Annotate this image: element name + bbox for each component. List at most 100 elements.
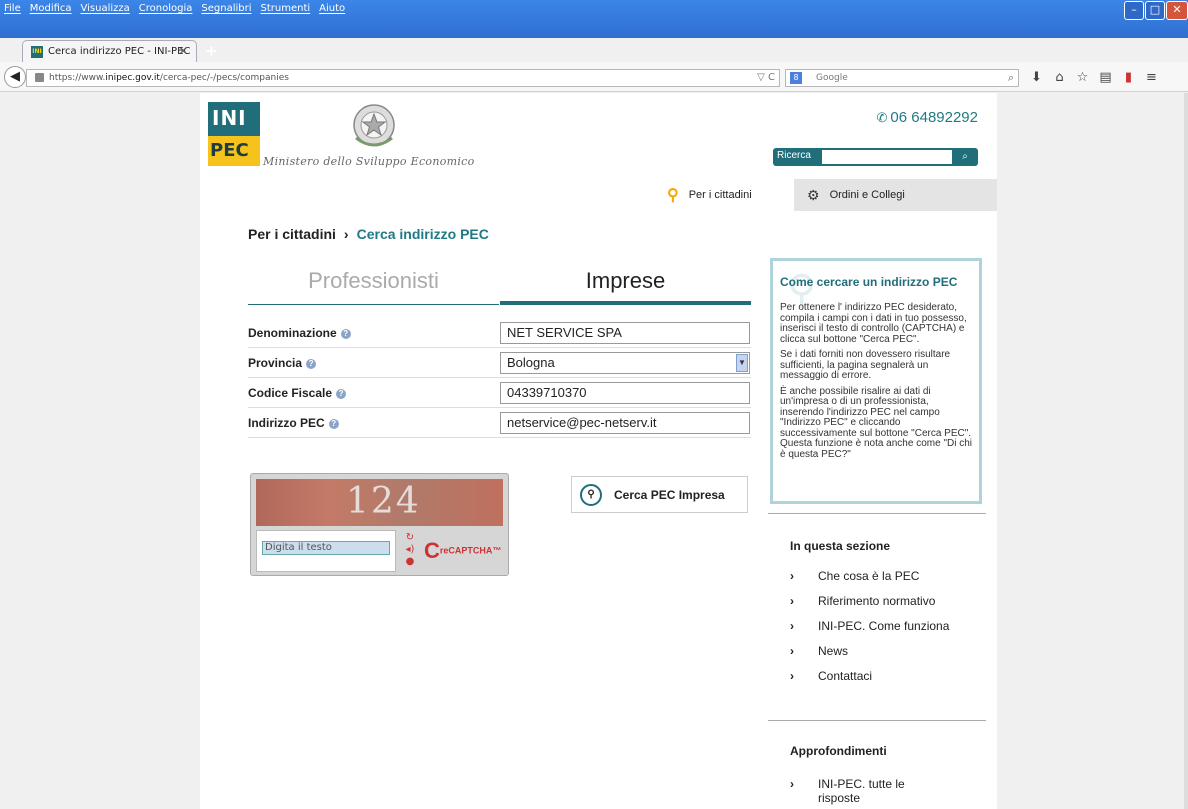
chevron-right-icon: › (790, 777, 794, 791)
italian-emblem-icon (353, 104, 395, 147)
ini-pec-logo[interactable]: INI PEC (208, 102, 260, 166)
url-path: /cerca-pec/-/pecs/companies (159, 73, 289, 83)
back-button[interactable]: ◀ (4, 66, 26, 88)
section-link[interactable]: › Contattaci (790, 669, 949, 694)
help-icon[interactable]: ? (306, 358, 317, 369)
window-titlebar: File Modifica Visualizza Cronologia Segn… (0, 0, 1188, 38)
provincia-label-text: Provincia (248, 356, 303, 370)
captcha-input[interactable]: Digita il testo (262, 541, 390, 555)
menu-visualizza[interactable]: Visualizza (81, 3, 130, 14)
form-row-indirizzo-pec: Indirizzo PEC? netservice@pec-netserv.it (248, 408, 751, 438)
navigation-bar: ◀ https://www.inipec.gov.it/cerca-pec/-/… (0, 62, 1188, 92)
bookmark-star-icon[interactable]: ☆ (1071, 70, 1094, 85)
nav-orders-label: Ordini e Collegi (829, 189, 905, 201)
tab-close-icon[interactable]: × (179, 44, 188, 57)
section-link[interactable]: › Riferimento normativo (790, 594, 949, 619)
menu-bar: File Modifica Visualizza Cronologia Segn… (4, 3, 354, 14)
section-link[interactable]: › News (790, 644, 949, 669)
form-row-denominazione: Denominazione? NET SERVICE SPA (248, 318, 751, 348)
close-window-button[interactable]: ✕ (1166, 1, 1188, 20)
menu-modifica[interactable]: Modifica (30, 3, 72, 14)
section-link[interactable]: › INI-PEC. Come funziona (790, 619, 949, 644)
ministry-name: Ministero dello Sviluppo Economico (263, 155, 475, 168)
minimize-button[interactable]: – (1124, 1, 1144, 20)
section-link-label: News (818, 644, 849, 658)
maximize-button[interactable]: □ (1145, 1, 1165, 20)
divider (768, 720, 986, 721)
captcha-input-box: Digita il testo (256, 530, 396, 572)
recaptcha-icon: C (424, 538, 440, 563)
help-box-paragraph-3: È anche possibile risalire ai dati di un… (780, 385, 972, 460)
section-link-label: Che cosa è la PEC (818, 569, 920, 583)
site-search-icon[interactable]: ⌕ (956, 150, 974, 164)
help-icon[interactable]: ? (340, 328, 351, 339)
refresh-icon[interactable]: ↻ (403, 532, 417, 544)
indirizzo-pec-label-text: Indirizzo PEC (248, 416, 325, 430)
toolbar-icons: ⬇ ⌂ ☆ ▤ ▮ ≡ (1025, 70, 1163, 85)
download-icon[interactable]: ⬇ (1025, 70, 1048, 85)
help-box-title: Come cercare un indirizzo PEC (780, 275, 958, 289)
gear-icon: ⚙ (807, 186, 820, 203)
section-link[interactable]: › Che cosa è la PEC (790, 569, 949, 594)
menu-icon[interactable]: ≡ (1140, 70, 1163, 85)
new-tab-button[interactable]: + (205, 42, 218, 60)
captcha-controls: ↻ ◂) ● (403, 532, 417, 568)
captcha-challenge-text: 124 (346, 481, 421, 522)
insights-links: › INI-PEC. tutte le risposte (790, 777, 920, 805)
codice-fiscale-input[interactable]: 04339710370 (500, 382, 750, 404)
denominazione-input[interactable]: NET SERVICE SPA (500, 322, 750, 344)
nav-per-i-cittadini[interactable]: ⚲ Per i cittadini (652, 179, 794, 211)
help-icon[interactable]: ? (336, 388, 347, 399)
browser-tab[interactable]: INI Cerca indirizzo PEC - INI-PEC × (22, 40, 197, 62)
url-prefix: https://www. (49, 73, 106, 83)
indirizzo-pec-label: Indirizzo PEC? (248, 416, 339, 430)
chevron-down-icon[interactable]: ▼ (736, 354, 748, 372)
chevron-right-icon: › (790, 569, 794, 583)
help-icon[interactable]: ? (328, 418, 339, 429)
page-content: INI PEC Ministero dello Sviluppo Economi… (200, 93, 997, 809)
menu-file[interactable]: File (4, 3, 21, 14)
menu-cronologia[interactable]: Cronologia (139, 3, 193, 14)
denominazione-label: Denominazione? (248, 326, 351, 340)
form-row-provincia: Provincia? Bologna ▼ (248, 348, 751, 378)
provincia-label: Provincia? (248, 356, 317, 370)
recaptcha-brand: reCAPTCHA™ (439, 545, 502, 556)
cerca-pec-impresa-button[interactable]: ⚲ Cerca PEC Impresa (571, 476, 748, 513)
tab-title: Cerca indirizzo PEC - INI-PEC (48, 46, 191, 57)
recaptcha-logo: CreCAPTCHA™ (424, 538, 501, 564)
provincia-select[interactable]: Bologna ▼ (500, 352, 750, 374)
reload-icon[interactable]: ▽ C (757, 70, 775, 86)
help-box-paragraph-2: Se i dati forniti non dovessero risultar… (780, 349, 951, 381)
menu-strumenti[interactable]: Strumenti (261, 3, 311, 14)
breadcrumb-separator: › (343, 226, 349, 242)
page-background: INI PEC Ministero dello Sviluppo Economi… (0, 93, 1188, 809)
section-links: › Che cosa è la PEC › Riferimento normativ… (790, 569, 949, 694)
url-bar[interactable]: https://www.inipec.gov.it/cerca-pec/-/pe… (26, 69, 780, 87)
codice-fiscale-label-text: Codice Fiscale (248, 386, 333, 400)
home-icon[interactable]: ⌂ (1048, 70, 1071, 85)
indirizzo-pec-input[interactable]: netservice@pec-netserv.it (500, 412, 750, 434)
insights-link[interactable]: › INI-PEC. tutte le risposte (790, 777, 920, 805)
help-circle-icon[interactable]: ● (403, 556, 417, 568)
menu-aiuto[interactable]: Aiuto (319, 3, 345, 14)
nav-citizens-label: Per i cittadini (688, 189, 752, 201)
bookmarks-list-icon[interactable]: ▤ (1094, 70, 1117, 85)
breadcrumb-parent[interactable]: Per i cittadini (248, 226, 336, 242)
insights-title: Approfondimenti (790, 744, 887, 758)
nav-ordini-e-collegi[interactable]: ⚙ Ordini e Collegi (794, 179, 997, 211)
menu-segnalibri[interactable]: Segnalibri (201, 3, 251, 14)
audio-icon[interactable]: ◂) (403, 544, 417, 556)
breadcrumb: Per i cittadini › Cerca indirizzo PEC (248, 226, 489, 242)
site-search-input[interactable] (822, 150, 952, 164)
provincia-selected: Bologna (507, 355, 555, 370)
divider (768, 513, 986, 514)
addon-icon[interactable]: ▮ (1117, 70, 1140, 85)
browser-search-box[interactable]: 8 Google ⌕ (785, 69, 1019, 87)
search-icon[interactable]: ⌕ (1008, 70, 1014, 86)
tab-imprese[interactable]: Imprese (500, 261, 751, 305)
page-scrollbar[interactable] (1184, 93, 1188, 809)
logo-top: INI (208, 102, 260, 136)
site-search-label: Ricerca (777, 150, 811, 161)
search-type-tabs: Professionisti Imprese (248, 261, 751, 305)
tab-professionisti[interactable]: Professionisti (248, 261, 499, 305)
